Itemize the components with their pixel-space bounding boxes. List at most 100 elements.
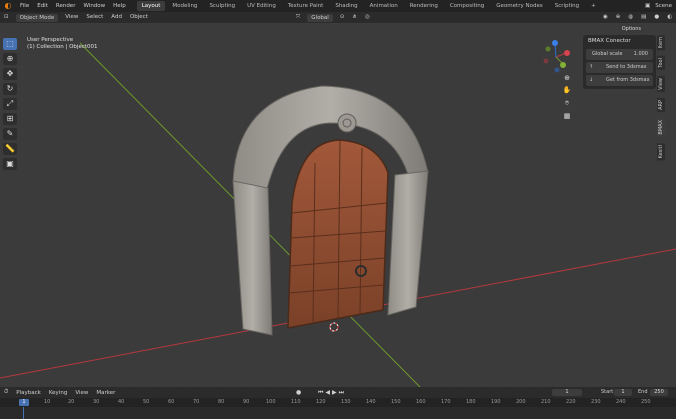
tab-bmax[interactable]: BMAX	[657, 117, 665, 137]
tab-geometry-nodes[interactable]: Geometry Nodes	[491, 1, 547, 11]
timeline-body[interactable]	[0, 407, 676, 419]
overlay-icon[interactable]: ◍	[624, 12, 637, 23]
bmax-panel-title[interactable]: BMAX Conector	[588, 38, 656, 44]
blender-logo-icon[interactable]: ◐	[3, 1, 13, 11]
menu-render[interactable]: Render	[52, 0, 80, 12]
menu-timeline-view[interactable]: View	[71, 390, 92, 396]
tab-rendering[interactable]: Rendering	[405, 1, 443, 11]
tick: 120	[316, 399, 326, 405]
menu-select[interactable]: Select	[82, 12, 107, 23]
shading-solid-icon[interactable]: ●	[650, 12, 663, 23]
start-label: Start	[601, 389, 614, 395]
menu-marker[interactable]: Marker	[92, 390, 119, 396]
tick: 170	[441, 399, 451, 405]
tick: 140	[366, 399, 376, 405]
tab-animation[interactable]: Animation	[365, 1, 403, 11]
left-toolbar: ⬚ ⊕ ✥ ↻ ⤢ ⊞ ✎ 📏 ▣	[3, 38, 19, 170]
measure-tool-icon[interactable]: 📏	[3, 143, 17, 155]
editor-type-icon[interactable]: ⊡	[0, 12, 13, 23]
collection-label: (1) Collection | Object001	[27, 44, 98, 50]
3d-viewport[interactable]: ⬚ ⊕ ✥ ↻ ⤢ ⊞ ✎ 📏 ▣ User Perspective (1) C…	[0, 23, 676, 387]
menu-keying[interactable]: Keying	[45, 390, 71, 396]
tab-compositing[interactable]: Compositing	[445, 1, 489, 11]
xray-icon[interactable]: ▤	[637, 12, 650, 23]
tab-layout[interactable]: Layout	[136, 1, 166, 11]
tab-scripting[interactable]: Scripting	[550, 1, 584, 11]
tick: 110	[291, 399, 301, 405]
move-tool-icon[interactable]: ✥	[3, 68, 17, 80]
tab-shading[interactable]: Shading	[330, 1, 362, 11]
global-scale-field[interactable]: Global scale 1.000	[586, 49, 653, 60]
get-from-3dsmax-button[interactable]: ↓ Get from 3dsmax	[586, 75, 653, 86]
ortho-grid-icon[interactable]: ▦	[562, 111, 572, 121]
menu-help[interactable]: Help	[109, 0, 130, 12]
menu-file[interactable]: File	[16, 0, 33, 12]
frame-ruler[interactable]: 1 10 20 30 40 50 60 70 80 90 100 110 120…	[0, 398, 676, 407]
menu-view[interactable]: View	[61, 12, 82, 23]
current-frame-field[interactable]: 1	[552, 389, 582, 396]
end-label: End	[638, 389, 648, 395]
tab-tool[interactable]: Tool	[657, 56, 665, 71]
menu-window[interactable]: Window	[79, 0, 109, 12]
scale-tool-icon[interactable]: ⤢	[3, 98, 17, 110]
scene-name[interactable]: Scene	[655, 3, 672, 9]
snap-icon[interactable]: ⋔	[348, 12, 361, 23]
tick: 130	[341, 399, 351, 405]
select-box-tool-icon[interactable]: ⬚	[3, 38, 17, 50]
scene-icon[interactable]: ▣	[645, 3, 650, 9]
timeline-editor-icon[interactable]: ⏱	[0, 389, 12, 396]
orientation-icon[interactable]: ⤧	[292, 12, 304, 23]
tab-texture-paint[interactable]: Texture Paint	[283, 1, 329, 11]
send-to-3dsmax-button[interactable]: ↑ Send to 3dsmax	[586, 62, 653, 73]
add-workspace-button[interactable]: +	[586, 1, 601, 11]
menu-add[interactable]: Add	[107, 12, 126, 23]
transform-orientation[interactable]: Global	[307, 13, 333, 22]
shading-material-icon[interactable]: ◐	[663, 12, 676, 23]
proportional-icon[interactable]: ◎	[361, 12, 374, 23]
tab-sculpting[interactable]: Sculpting	[204, 1, 240, 11]
zoom-icon[interactable]: ⊕	[562, 73, 572, 83]
start-frame-field[interactable]: 1	[614, 389, 632, 396]
menu-playback[interactable]: Playback	[12, 390, 45, 396]
cursor-tool-icon[interactable]: ⊕	[3, 53, 17, 65]
pan-hand-icon[interactable]: ✋	[562, 85, 572, 95]
tick: 100	[266, 399, 276, 405]
viewport-header: ⊡ Object Mode View Select Add Object ⤧ G…	[0, 12, 676, 23]
tab-kesitl[interactable]: Kesitl	[657, 142, 665, 160]
tick: 10	[44, 399, 51, 405]
menu-edit[interactable]: Edit	[33, 0, 52, 12]
tab-modeling[interactable]: Modeling	[167, 1, 202, 11]
gizmo-icon[interactable]: ⊕	[612, 12, 625, 23]
tab-uv-editing[interactable]: UV Editing	[242, 1, 281, 11]
visibility-icon[interactable]: ◉	[599, 12, 612, 23]
top-right: ▣ Scene	[645, 0, 672, 12]
tick: 220	[566, 399, 576, 405]
send-label: Send to 3dsmax	[606, 64, 647, 70]
end-frame-field[interactable]: 250	[650, 389, 668, 396]
menu-object[interactable]: Object	[126, 12, 152, 23]
global-scale-value: 1.000	[633, 51, 648, 57]
tick: 90	[243, 399, 250, 405]
camera-icon[interactable]: ⌾	[562, 98, 572, 108]
pivot-icon[interactable]: ⊙	[336, 12, 349, 23]
mode-selector[interactable]: Object Mode	[15, 13, 59, 22]
tick: 40	[118, 399, 125, 405]
tab-arp[interactable]: ARP	[657, 97, 665, 112]
rotate-tool-icon[interactable]: ↻	[3, 83, 17, 95]
add-cube-tool-icon[interactable]: ▣	[3, 158, 17, 170]
playback-controls-icon[interactable]: ⏮◀▶⏭	[318, 389, 346, 397]
tick: 80	[218, 399, 225, 405]
tick: 70	[193, 399, 200, 405]
sidebar-tabs: Item Tool View ARP BMAX Kesitl	[657, 35, 667, 166]
timeline: ⏱ Playback Keying View Marker ● ⏮◀▶⏭ 1 S…	[0, 387, 676, 419]
transform-tool-icon[interactable]: ⊞	[3, 113, 17, 125]
global-scale-label: Global scale	[592, 51, 623, 57]
tick: 240	[616, 399, 626, 405]
tab-view[interactable]: View	[657, 76, 665, 92]
playhead[interactable]: 1	[19, 399, 29, 406]
record-icon[interactable]: ●	[296, 389, 301, 396]
tick: 210	[541, 399, 551, 405]
tab-item[interactable]: Item	[657, 35, 665, 51]
options-button[interactable]: Options	[618, 25, 644, 33]
annotate-tool-icon[interactable]: ✎	[3, 128, 17, 140]
